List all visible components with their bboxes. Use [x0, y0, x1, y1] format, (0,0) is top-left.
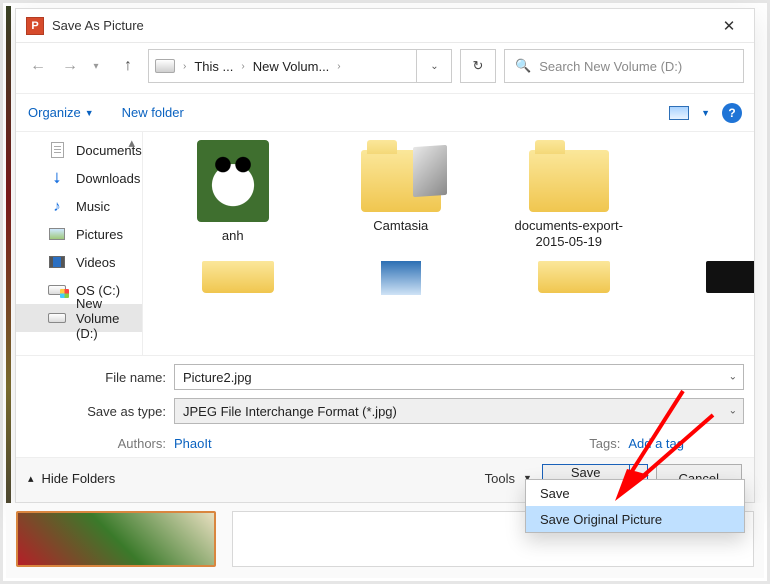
tree-item-label: New Volume (D:) — [76, 296, 142, 341]
folder-label: anh — [222, 228, 244, 244]
up-button[interactable]: ↑ — [116, 54, 140, 78]
chevron-down-icon[interactable]: ⌄ — [729, 372, 737, 383]
save-type-select[interactable]: JPEG File Interchange Format (*.jpg) ⌄ — [174, 398, 744, 424]
document-icon — [48, 142, 66, 158]
breadcrumb-sep-icon: › — [181, 61, 188, 72]
folder-partial-icon — [202, 261, 274, 293]
tree-item-pictures[interactable]: Pictures — [16, 220, 142, 248]
tree-item-label: Pictures — [76, 227, 123, 242]
save-fields: File name: Picture2.jpg ⌄ Save as type: … — [16, 355, 754, 457]
folder-partial-icon — [706, 261, 754, 293]
file-name-input[interactable]: Picture2.jpg ⌄ — [174, 364, 744, 390]
drive-icon — [48, 282, 66, 298]
breadcrumb-root[interactable]: This ... — [194, 59, 233, 74]
tree-item-label: Music — [76, 199, 110, 214]
toolbar: Organize ▼ New folder ▼ ? — [16, 94, 754, 132]
tags-value[interactable]: Add a tag — [628, 436, 684, 451]
recent-dropdown[interactable]: ▾ — [84, 54, 108, 78]
search-placeholder: Search New Volume (D:) — [539, 59, 682, 74]
breadcrumb-folder[interactable]: New Volum... — [253, 59, 330, 74]
folder-tree: ▴ Documents ⭣ Downloads ♪ Music Pictures — [16, 132, 143, 355]
search-icon: 🔍 — [515, 58, 531, 74]
authors-label: Authors: — [26, 436, 166, 451]
organize-menu[interactable]: Organize ▼ — [28, 105, 94, 120]
folder-icon — [529, 150, 609, 212]
tree-scroll-up-icon[interactable]: ▴ — [126, 136, 138, 150]
tree-item-music[interactable]: ♪ Music — [16, 192, 142, 220]
app-icon: P — [26, 17, 44, 35]
view-mode-button[interactable] — [669, 106, 689, 120]
breadcrumb-sep-icon: › — [239, 61, 246, 72]
chevron-up-icon: ▴ — [28, 472, 34, 485]
tools-label: Tools — [485, 471, 515, 486]
folder-thumbnail — [197, 140, 269, 222]
tags-label: Tags: — [589, 436, 620, 451]
background-edge — [6, 6, 11, 578]
picture-icon — [48, 226, 66, 242]
file-grid[interactable]: anh Camtasia documents-export-2015-05-19 — [143, 132, 754, 355]
tree-item-videos[interactable]: Videos — [16, 248, 142, 276]
tree-item-label: Downloads — [76, 171, 140, 186]
folder-anh[interactable]: anh — [173, 150, 293, 251]
save-dropdown-menu: Save Save Original Picture — [525, 479, 745, 533]
save-as-dialog: P Save As Picture ✕ ← → ▾ ↑ › This ... ›… — [15, 8, 755, 503]
help-button[interactable]: ? — [722, 103, 742, 123]
hide-folders-toggle[interactable]: ▴ Hide Folders — [28, 471, 115, 486]
music-icon: ♪ — [48, 198, 66, 214]
tree-item-label: Videos — [76, 255, 116, 270]
breadcrumb-dropdown[interactable]: ⌄ — [416, 49, 452, 83]
tree-item-new-volume-d[interactable]: New Volume (D:) — [16, 304, 142, 332]
tree-item-documents[interactable]: Documents — [16, 136, 142, 164]
folder-icon — [361, 150, 441, 212]
folder-partial-icon — [538, 261, 610, 293]
chevron-down-icon[interactable]: ⌄ — [729, 406, 737, 417]
forward-button[interactable]: → — [58, 54, 82, 78]
save-type-value: JPEG File Interchange Format (*.jpg) — [183, 404, 397, 419]
menu-item-save-original[interactable]: Save Original Picture — [526, 506, 744, 532]
chevron-down-icon: ▼ — [701, 108, 710, 118]
titlebar: P Save As Picture ✕ — [16, 9, 754, 43]
organize-label: Organize — [28, 105, 81, 120]
menu-item-save[interactable]: Save — [526, 480, 744, 506]
video-icon — [48, 254, 66, 270]
new-folder-button[interactable]: New folder — [122, 105, 184, 120]
folder-documents-export[interactable]: documents-export-2015-05-19 — [509, 150, 629, 251]
chevron-down-icon: ▼ — [85, 108, 94, 118]
hide-folders-label: Hide Folders — [42, 471, 116, 486]
breadcrumb-bar[interactable]: › This ... › New Volum... › ⌄ — [148, 49, 452, 83]
drive-icon — [48, 310, 66, 326]
back-button[interactable]: ← — [26, 54, 50, 78]
folder-label: documents-export-2015-05-19 — [509, 218, 629, 251]
tree-item-downloads[interactable]: ⭣ Downloads — [16, 164, 142, 192]
download-icon: ⭣ — [48, 170, 66, 186]
breadcrumb-sep-icon: › — [335, 61, 342, 72]
refresh-button[interactable]: ↻ — [460, 49, 496, 83]
folder-partial-icon — [381, 261, 421, 295]
close-button[interactable]: ✕ — [714, 14, 744, 38]
save-type-label: Save as type: — [26, 404, 166, 419]
authors-value[interactable]: PhaoIt — [174, 436, 212, 451]
folder-label: Camtasia — [373, 218, 428, 234]
slide-thumbnail — [16, 511, 216, 567]
nav-row: ← → ▾ ↑ › This ... › New Volum... › ⌄ ↻ … — [16, 43, 754, 94]
drive-icon — [155, 59, 175, 73]
dialog-body: ▴ Documents ⭣ Downloads ♪ Music Pictures — [16, 132, 754, 355]
search-input[interactable]: 🔍 Search New Volume (D:) — [504, 49, 744, 83]
folder-camtasia[interactable]: Camtasia — [341, 150, 461, 251]
file-name-value: Picture2.jpg — [183, 370, 252, 385]
file-name-label: File name: — [26, 370, 166, 385]
window-title: Save As Picture — [52, 18, 714, 33]
